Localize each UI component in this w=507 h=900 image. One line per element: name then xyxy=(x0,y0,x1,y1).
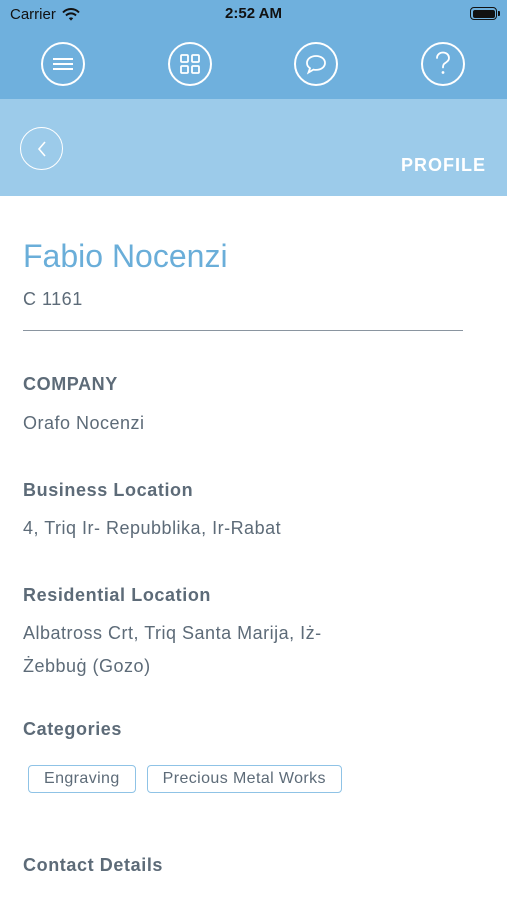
chat-button[interactable] xyxy=(294,42,338,86)
business-location-value: 4, Triq Ir- Repubblika, Ir-Rabat xyxy=(23,518,282,538)
help-button[interactable] xyxy=(421,42,465,86)
company-value: Orafo Nocenzi xyxy=(23,413,145,433)
company-label: COMPANY xyxy=(23,374,118,394)
categories-label: Categories xyxy=(23,719,123,739)
residential-location-value: Albatross Crt, Triq Santa Marija, Iż-Żeb… xyxy=(23,623,322,676)
profile-code: C 1161 xyxy=(23,289,83,309)
chat-icon xyxy=(306,55,326,75)
profile-name: Fabio Nocenzi xyxy=(23,238,228,274)
grid-icon xyxy=(180,54,200,74)
battery-icon xyxy=(470,7,500,20)
residential-location-label: Residential Location xyxy=(23,585,212,605)
chevron-left-icon xyxy=(37,140,46,157)
top-nav-bar xyxy=(0,28,507,99)
category-tag[interactable]: Precious Metal Works xyxy=(146,765,342,793)
business-location-label: Business Location xyxy=(23,480,194,500)
menu-button[interactable] xyxy=(41,42,85,86)
page-title: PROFILE xyxy=(400,155,486,175)
page-header: PROFILE xyxy=(0,99,507,196)
divider xyxy=(23,330,463,331)
help-icon xyxy=(436,51,450,74)
status-bar: Carrier 2:52 AM xyxy=(0,0,507,28)
category-tags: Engraving Precious Metal Works xyxy=(28,765,342,793)
category-tag[interactable]: Engraving xyxy=(28,765,136,793)
menu-icon xyxy=(53,58,73,70)
grid-button[interactable] xyxy=(168,42,212,86)
status-time: 2:52 AM xyxy=(225,5,282,22)
back-button[interactable] xyxy=(20,127,63,170)
contact-details-label: Contact Details xyxy=(23,855,164,875)
